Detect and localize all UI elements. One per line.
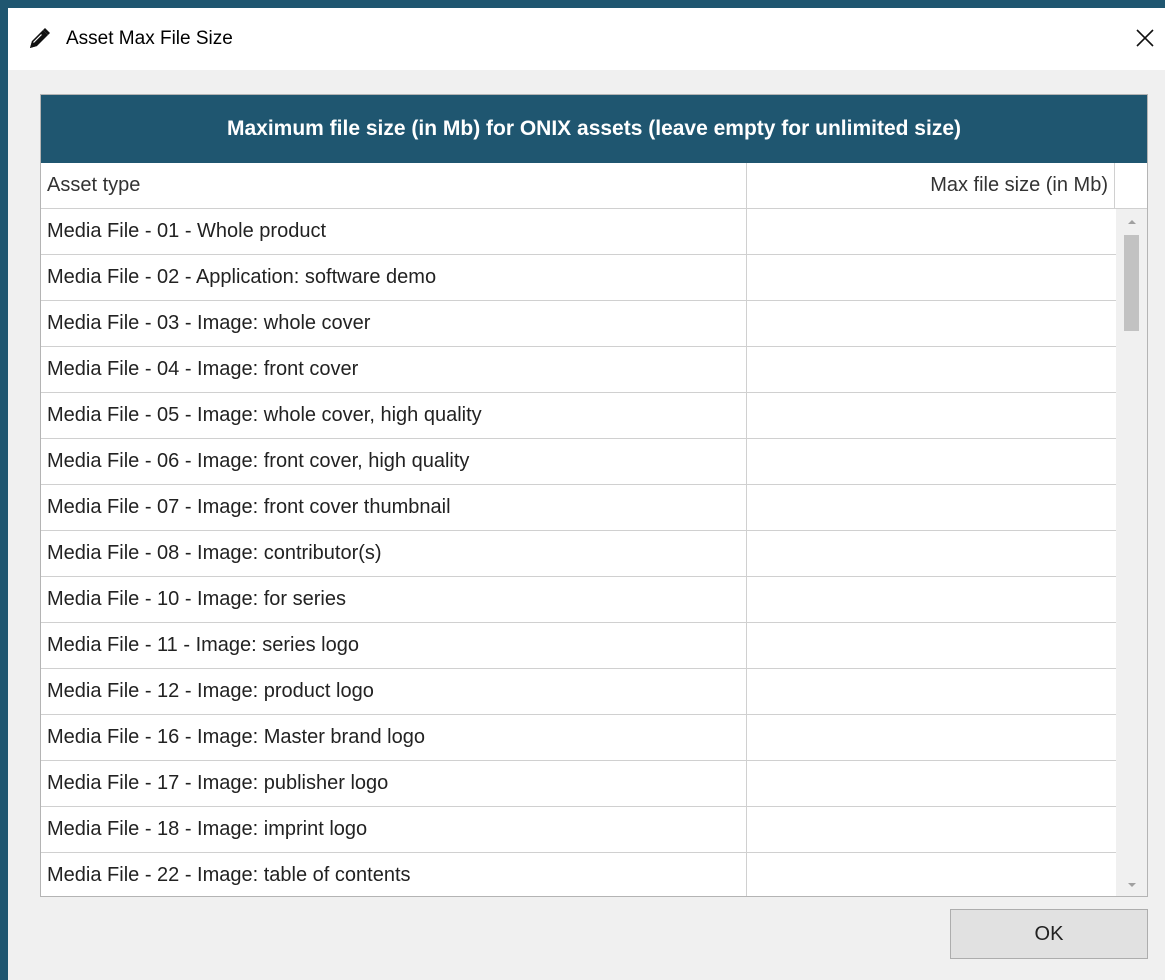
max-size-cell[interactable]: [747, 807, 1116, 852]
asset-type-cell[interactable]: Media File - 10 - Image: for series: [41, 577, 747, 622]
table-row[interactable]: Media File - 01 - Whole product: [41, 209, 1116, 255]
table-row[interactable]: Media File - 22 - Image: table of conten…: [41, 853, 1116, 896]
triangle-down-icon: [1127, 875, 1137, 893]
table-row[interactable]: Media File - 02 - Application: software …: [41, 255, 1116, 301]
asset-type-cell[interactable]: Media File - 02 - Application: software …: [41, 255, 747, 300]
table-row[interactable]: Media File - 04 - Image: front cover: [41, 347, 1116, 393]
asset-type-cell[interactable]: Media File - 07 - Image: front cover thu…: [41, 485, 747, 530]
table-caption: Maximum file size (in Mb) for ONIX asset…: [41, 95, 1147, 163]
table-row[interactable]: Media File - 08 - Image: contributor(s): [41, 531, 1116, 577]
asset-type-cell[interactable]: Media File - 04 - Image: front cover: [41, 347, 747, 392]
max-size-cell[interactable]: [747, 531, 1116, 576]
column-header-asset-type[interactable]: Asset type: [41, 163, 747, 208]
asset-type-cell[interactable]: Media File - 17 - Image: publisher logo: [41, 761, 747, 806]
scroll-up-button[interactable]: [1116, 209, 1147, 233]
max-size-cell[interactable]: [747, 669, 1116, 714]
table-row[interactable]: Media File - 16 - Image: Master brand lo…: [41, 715, 1116, 761]
table-row[interactable]: Media File - 17 - Image: publisher logo: [41, 761, 1116, 807]
scroll-down-button[interactable]: [1116, 872, 1147, 896]
table-row[interactable]: Media File - 06 - Image: front cover, hi…: [41, 439, 1116, 485]
max-size-cell[interactable]: [747, 853, 1116, 896]
table-body: Media File - 01 - Whole product Media Fil…: [41, 209, 1116, 896]
vertical-scrollbar[interactable]: [1116, 209, 1147, 896]
close-button[interactable]: [1125, 20, 1165, 60]
max-size-cell[interactable]: [747, 347, 1116, 392]
asset-type-cell[interactable]: Media File - 12 - Image: product logo: [41, 669, 747, 714]
table-row[interactable]: Media File - 18 - Image: imprint logo: [41, 807, 1116, 853]
asset-type-cell[interactable]: Media File - 03 - Image: whole cover: [41, 301, 747, 346]
asset-type-cell[interactable]: Media File - 06 - Image: front cover, hi…: [41, 439, 747, 484]
table-row[interactable]: Media File - 10 - Image: for series: [41, 577, 1116, 623]
scroll-thumb[interactable]: [1124, 235, 1139, 331]
max-size-cell[interactable]: [747, 577, 1116, 622]
asset-type-cell[interactable]: Media File - 18 - Image: imprint logo: [41, 807, 747, 852]
pencil-icon: [26, 26, 52, 52]
column-header-max-size[interactable]: Max file size (in Mb): [747, 163, 1115, 208]
asset-type-cell[interactable]: Media File - 11 - Image: series logo: [41, 623, 747, 668]
max-size-cell[interactable]: [747, 623, 1116, 668]
asset-size-table: Maximum file size (in Mb) for ONIX asset…: [40, 94, 1148, 897]
max-size-cell[interactable]: [747, 301, 1116, 346]
asset-type-cell[interactable]: Media File - 05 - Image: whole cover, hi…: [41, 393, 747, 438]
title-bar: Asset Max File Size: [8, 8, 1165, 70]
dialog-window: Asset Max File Size Maximum file size (i…: [8, 8, 1165, 980]
table-row[interactable]: Media File - 05 - Image: whole cover, hi…: [41, 393, 1116, 439]
asset-type-cell[interactable]: Media File - 08 - Image: contributor(s): [41, 531, 747, 576]
asset-type-cell[interactable]: Media File - 16 - Image: Master brand lo…: [41, 715, 747, 760]
table-row[interactable]: Media File - 07 - Image: front cover thu…: [41, 485, 1116, 531]
max-size-cell[interactable]: [747, 485, 1116, 530]
column-headers: Asset type Max file size (in Mb): [41, 163, 1147, 209]
max-size-cell[interactable]: [747, 255, 1116, 300]
table-row[interactable]: Media File - 03 - Image: whole cover: [41, 301, 1116, 347]
asset-type-cell[interactable]: Media File - 22 - Image: table of conten…: [41, 853, 747, 896]
asset-type-cell[interactable]: Media File - 01 - Whole product: [41, 209, 747, 254]
max-size-cell[interactable]: [747, 393, 1116, 438]
max-size-cell[interactable]: [747, 439, 1116, 484]
ok-button[interactable]: OK: [950, 909, 1148, 959]
table-row[interactable]: Media File - 12 - Image: product logo: [41, 669, 1116, 715]
table-row[interactable]: Media File - 11 - Image: series logo: [41, 623, 1116, 669]
max-size-cell[interactable]: [747, 209, 1116, 254]
window-title: Asset Max File Size: [66, 28, 233, 49]
triangle-up-icon: [1127, 212, 1137, 230]
max-size-cell[interactable]: [747, 761, 1116, 806]
close-icon: [1135, 28, 1155, 53]
max-size-cell[interactable]: [747, 715, 1116, 760]
